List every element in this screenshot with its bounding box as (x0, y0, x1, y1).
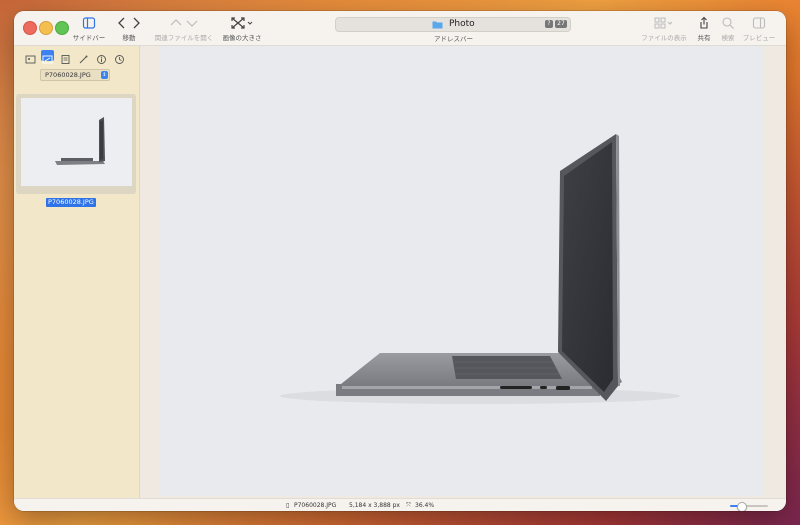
resize-icon (231, 17, 253, 29)
file-select[interactable]: P7060028.JPG ⇕ (40, 69, 110, 81)
magic-wand-icon (79, 55, 88, 64)
count-badge: 27 (555, 20, 567, 28)
image-icon: ▯ (286, 502, 290, 509)
image-size-label: 画像の大きさ (222, 34, 262, 42)
thumbnail-label: P7060028.JPG (46, 198, 96, 207)
share-label: 共有 (697, 34, 711, 42)
folder-view-icon (25, 55, 36, 64)
minimize-button[interactable] (39, 21, 53, 35)
file-select-value: P7060028.JPG (45, 71, 91, 79)
adjust-tool[interactable] (77, 50, 90, 64)
folder-icon (432, 21, 443, 29)
zoom-fit-icon: ⤧ (406, 502, 411, 509)
history-tool[interactable] (113, 50, 126, 64)
search-button[interactable]: 検索 (718, 15, 738, 42)
search-label: 検索 (721, 34, 735, 42)
zoom-slider[interactable] (730, 502, 768, 511)
address-bar-label: アドレスバー (434, 35, 473, 43)
status-bar: ▯ P7060028.JPG 5,184 x 3,888 px ⤧ 36.4% (14, 498, 786, 511)
address-title: Photo (449, 19, 475, 29)
app-window: サイドバー 移動 関連ファイルを開く 画像の大きさ Photo ? 27 アドレ… (14, 11, 786, 511)
info-icon (97, 55, 106, 64)
image-size-button[interactable]: 画像の大きさ (220, 15, 264, 42)
share-button[interactable]: 共有 (694, 15, 714, 42)
up-down-chevron-icon (170, 19, 198, 27)
sidebar-icon (82, 17, 96, 29)
preview-button[interactable]: プレビュー (741, 15, 777, 42)
back-forward-icon (118, 17, 140, 29)
laptop-photo (160, 46, 764, 496)
sidebar-toggle-label: サイドバー (72, 34, 106, 42)
open-related-button[interactable]: 関連ファイルを開く (152, 15, 216, 42)
clock-icon (115, 55, 124, 64)
zoom-button[interactable] (55, 21, 69, 35)
help-badge[interactable]: ? (545, 20, 553, 28)
sidebar: P7060028.JPG ⇕ P7060028.JPG (14, 46, 140, 498)
image-view-icon (42, 55, 53, 64)
toolbar: サイドバー 移動 関連ファイルを開く 画像の大きさ Photo ? 27 アドレ… (14, 11, 786, 46)
list-icon (61, 55, 70, 64)
address-bar[interactable]: Photo ? 27 (335, 17, 571, 32)
chevron-updown-icon: ⇕ (101, 71, 108, 79)
laptop-thumbnail (21, 98, 132, 186)
list-tool[interactable] (59, 50, 72, 64)
status-filename: P7060028.JPG (294, 502, 337, 509)
image-view-tool[interactable] (41, 50, 54, 64)
navigate-label: 移動 (122, 34, 136, 42)
folder-view-tool[interactable] (24, 50, 37, 64)
search-icon (722, 17, 734, 29)
zoom-slider-knob[interactable] (737, 502, 748, 511)
info-tool[interactable] (95, 50, 108, 64)
thumbnail-selected[interactable] (16, 94, 136, 194)
grid-icon (654, 17, 673, 29)
close-button[interactable] (23, 21, 37, 35)
file-view-label: ファイルの表示 (641, 34, 687, 42)
file-view-button[interactable]: ファイルの表示 (640, 15, 688, 42)
preview-panel-icon (752, 17, 766, 29)
status-zoom: 36.4% (415, 502, 435, 509)
share-icon (700, 16, 708, 29)
open-related-label: 関連ファイルを開く (154, 34, 214, 42)
sidebar-toggle-button[interactable]: サイドバー (70, 15, 108, 42)
sidebar-tools (24, 50, 129, 64)
status-dimensions: 5,184 x 3,888 px (349, 502, 400, 509)
preview-label: プレビュー (742, 34, 776, 42)
navigate-button[interactable]: 移動 (114, 15, 144, 42)
image-viewer[interactable] (140, 46, 786, 498)
